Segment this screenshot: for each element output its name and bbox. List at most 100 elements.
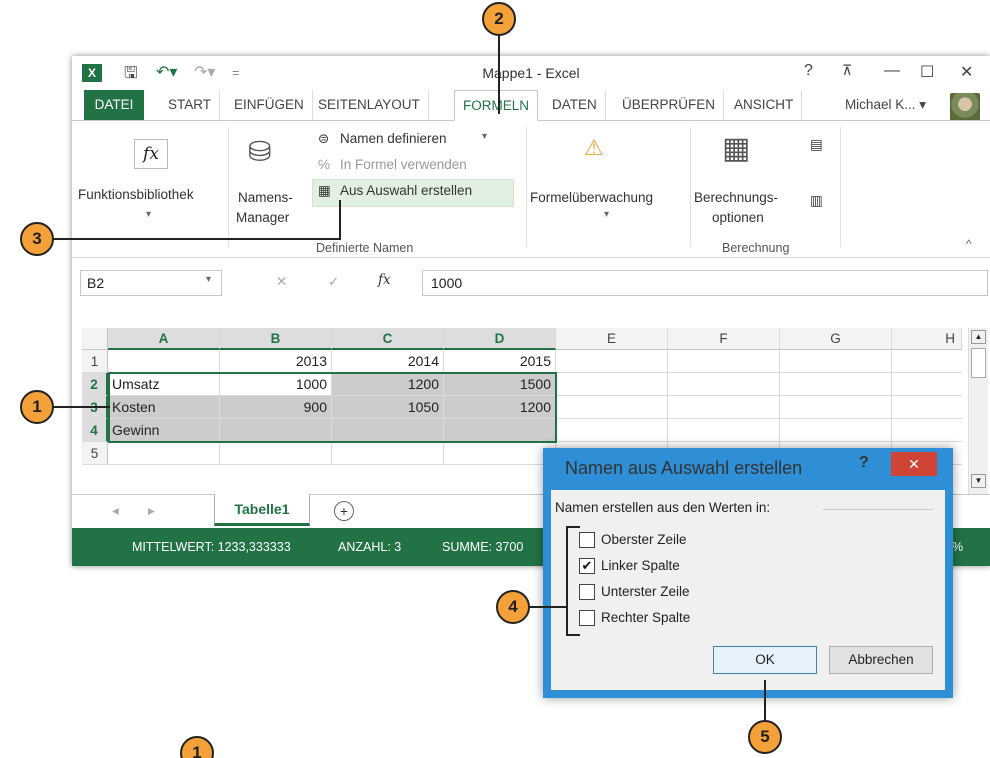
column-header-d[interactable]: D — [444, 328, 556, 350]
cell-b2[interactable]: 1000 — [220, 373, 332, 396]
avatar[interactable] — [950, 93, 980, 121]
cell-c4[interactable] — [332, 419, 444, 442]
column-header-f[interactable]: F — [668, 328, 780, 350]
create-from-selection-button[interactable]: Aus Auswahl erstellen — [340, 183, 472, 198]
tab-ansicht[interactable]: ANSICHT — [726, 90, 803, 120]
callout-5: 5 — [748, 720, 782, 754]
row-header-5[interactable]: 5 — [82, 442, 108, 465]
scroll-down-icon[interactable]: ▼ — [971, 474, 986, 488]
title-bar: X 🖫 ↶▾ ↷▾ = Mappe1 - Excel ? ⊼ — ☐ ✕ — [72, 56, 990, 90]
sheet-prev-icon[interactable]: ◂ — [112, 503, 119, 519]
cell-c1[interactable]: 2014 — [332, 350, 444, 373]
cell-a2[interactable]: Umsatz — [108, 373, 220, 396]
column-header-c[interactable]: C — [332, 328, 444, 350]
cell-d2[interactable]: 1500 — [444, 373, 556, 396]
funktionsbibliothek-button[interactable]: Funktionsbibliothek — [78, 187, 194, 202]
option-label: Rechter Spalte — [601, 610, 691, 625]
help-button[interactable]: ? — [804, 62, 813, 80]
cell-d3[interactable]: 1200 — [444, 396, 556, 419]
checkbox-right-column[interactable] — [579, 610, 595, 626]
vertical-scrollbar[interactable]: ▲ ▼ — [968, 328, 988, 494]
window-title: Mappe1 - Excel — [482, 65, 580, 81]
option-label: Oberster Zeile — [601, 532, 687, 547]
status-average: MITTELWERT: 1233,333333 — [132, 540, 291, 554]
enter-icon[interactable]: ✓ — [328, 274, 339, 290]
column-header-g[interactable]: G — [780, 328, 892, 350]
cell-a3[interactable]: Kosten — [108, 396, 220, 419]
option-label: Unterster Zeile — [601, 584, 690, 599]
row-header-2[interactable]: 2 — [82, 373, 108, 396]
formula-bar: B2 ▾ ✕ ✓ fx 1000 — [72, 266, 990, 302]
chevron-down-icon[interactable]: ▾ — [206, 274, 211, 285]
tab-start[interactable]: START — [160, 90, 221, 120]
name-box[interactable]: B2 — [80, 270, 222, 296]
chevron-down-icon: ▾ — [146, 209, 152, 220]
cell-b4[interactable] — [220, 419, 332, 442]
dialog-body: Namen erstellen aus den Werten in: Obers… — [551, 490, 945, 690]
calculate-sheet-icon[interactable]: ▥ — [810, 193, 823, 209]
minimize-button[interactable]: — — [884, 62, 900, 80]
add-sheet-icon[interactable]: + — [334, 501, 354, 521]
dialog-title: Namen aus Auswahl erstellen — [565, 458, 803, 478]
select-all-corner[interactable] — [82, 328, 108, 350]
column-header-b[interactable]: B — [220, 328, 332, 350]
column-header-e[interactable]: E — [556, 328, 668, 350]
column-header-a[interactable]: A — [108, 328, 220, 350]
checkbox-top-row[interactable] — [579, 532, 595, 548]
cancel-icon[interactable]: ✕ — [276, 274, 287, 290]
cell-c3[interactable]: 1050 — [332, 396, 444, 419]
scroll-thumb[interactable] — [971, 348, 986, 378]
ribbon-tabs: DATEI START EINFÜGEN SEITENLAYOUT FORMEL… — [72, 90, 990, 121]
callout-1-bottom: 1 — [180, 736, 214, 758]
tab-einfuegen[interactable]: EINFÜGEN — [226, 90, 313, 120]
user-name[interactable]: Michael K... ▾ — [845, 97, 926, 113]
sheet-tab-tabelle1[interactable]: Tabelle1 — [214, 494, 310, 526]
formula-auditing-icon: ⚠ — [584, 135, 604, 160]
dialog-legend: Namen erstellen aus den Werten in: — [555, 500, 771, 515]
maximize-button[interactable]: ☐ — [920, 62, 934, 82]
cell-b1[interactable]: 2013 — [220, 350, 332, 373]
cancel-button[interactable]: Abbrechen — [829, 646, 933, 674]
checkbox-bottom-row[interactable] — [579, 584, 595, 600]
insert-function-icon[interactable]: fx — [134, 139, 168, 169]
define-name-button[interactable]: Namen definieren — [340, 131, 447, 146]
tab-seitenlayout[interactable]: SEITENLAYOUT — [310, 90, 429, 120]
tab-ueberpruefen[interactable]: ÜBERPRÜFEN — [614, 90, 725, 120]
insert-function-fx-icon[interactable]: fx — [378, 272, 391, 288]
dialog-close-button[interactable]: ✕ — [891, 452, 937, 476]
tab-formeln[interactable]: FORMELN — [454, 90, 539, 121]
group-label-calculation: Berechnung — [722, 241, 790, 255]
cell-b5[interactable] — [220, 442, 332, 465]
column-header-h[interactable]: H — [892, 328, 962, 350]
cell-a4[interactable]: Gewinn — [108, 419, 220, 442]
cell-b3[interactable]: 900 — [220, 396, 332, 419]
create-names-dialog: Namen aus Auswahl erstellen ? ✕ Namen er… — [543, 448, 953, 698]
scroll-up-icon[interactable]: ▲ — [971, 330, 986, 344]
cell-c5[interactable] — [332, 442, 444, 465]
use-in-formula-button[interactable]: In Formel verwenden — [340, 157, 467, 172]
calculate-now-icon[interactable]: ▤ — [810, 137, 823, 153]
row-header-4[interactable]: 4 — [82, 419, 108, 442]
name-manager-button[interactable]: Namens- — [238, 190, 293, 205]
cell-c2[interactable]: 1200 — [332, 373, 444, 396]
ok-button[interactable]: OK — [713, 646, 817, 674]
status-zoom[interactable]: % — [952, 528, 963, 566]
cell-d4[interactable] — [444, 419, 556, 442]
row-header-1[interactable]: 1 — [82, 350, 108, 373]
close-button[interactable]: ✕ — [960, 62, 973, 82]
tab-daten[interactable]: DATEN — [544, 90, 606, 120]
cell-a5[interactable] — [108, 442, 220, 465]
status-sum: SUMME: 3700 — [442, 540, 524, 554]
cell-d1[interactable]: 2015 — [444, 350, 556, 373]
formula-input[interactable]: 1000 — [422, 270, 988, 296]
sheet-next-icon[interactable]: ▸ — [148, 503, 155, 519]
calculation-options-button[interactable]: Berechnungs- — [694, 190, 778, 205]
checkbox-left-column[interactable]: ✔ — [579, 558, 595, 574]
collapse-ribbon-icon[interactable]: ^ — [966, 237, 972, 251]
cell-a1[interactable] — [108, 350, 220, 373]
dialog-help-button[interactable]: ? — [859, 454, 869, 472]
formula-auditing-button[interactable]: Formelüberwachung — [530, 190, 653, 205]
tab-datei[interactable]: DATEI — [84, 90, 144, 120]
cell-d5[interactable] — [444, 442, 556, 465]
ribbon-display-button[interactable]: ⊼ — [842, 62, 852, 79]
